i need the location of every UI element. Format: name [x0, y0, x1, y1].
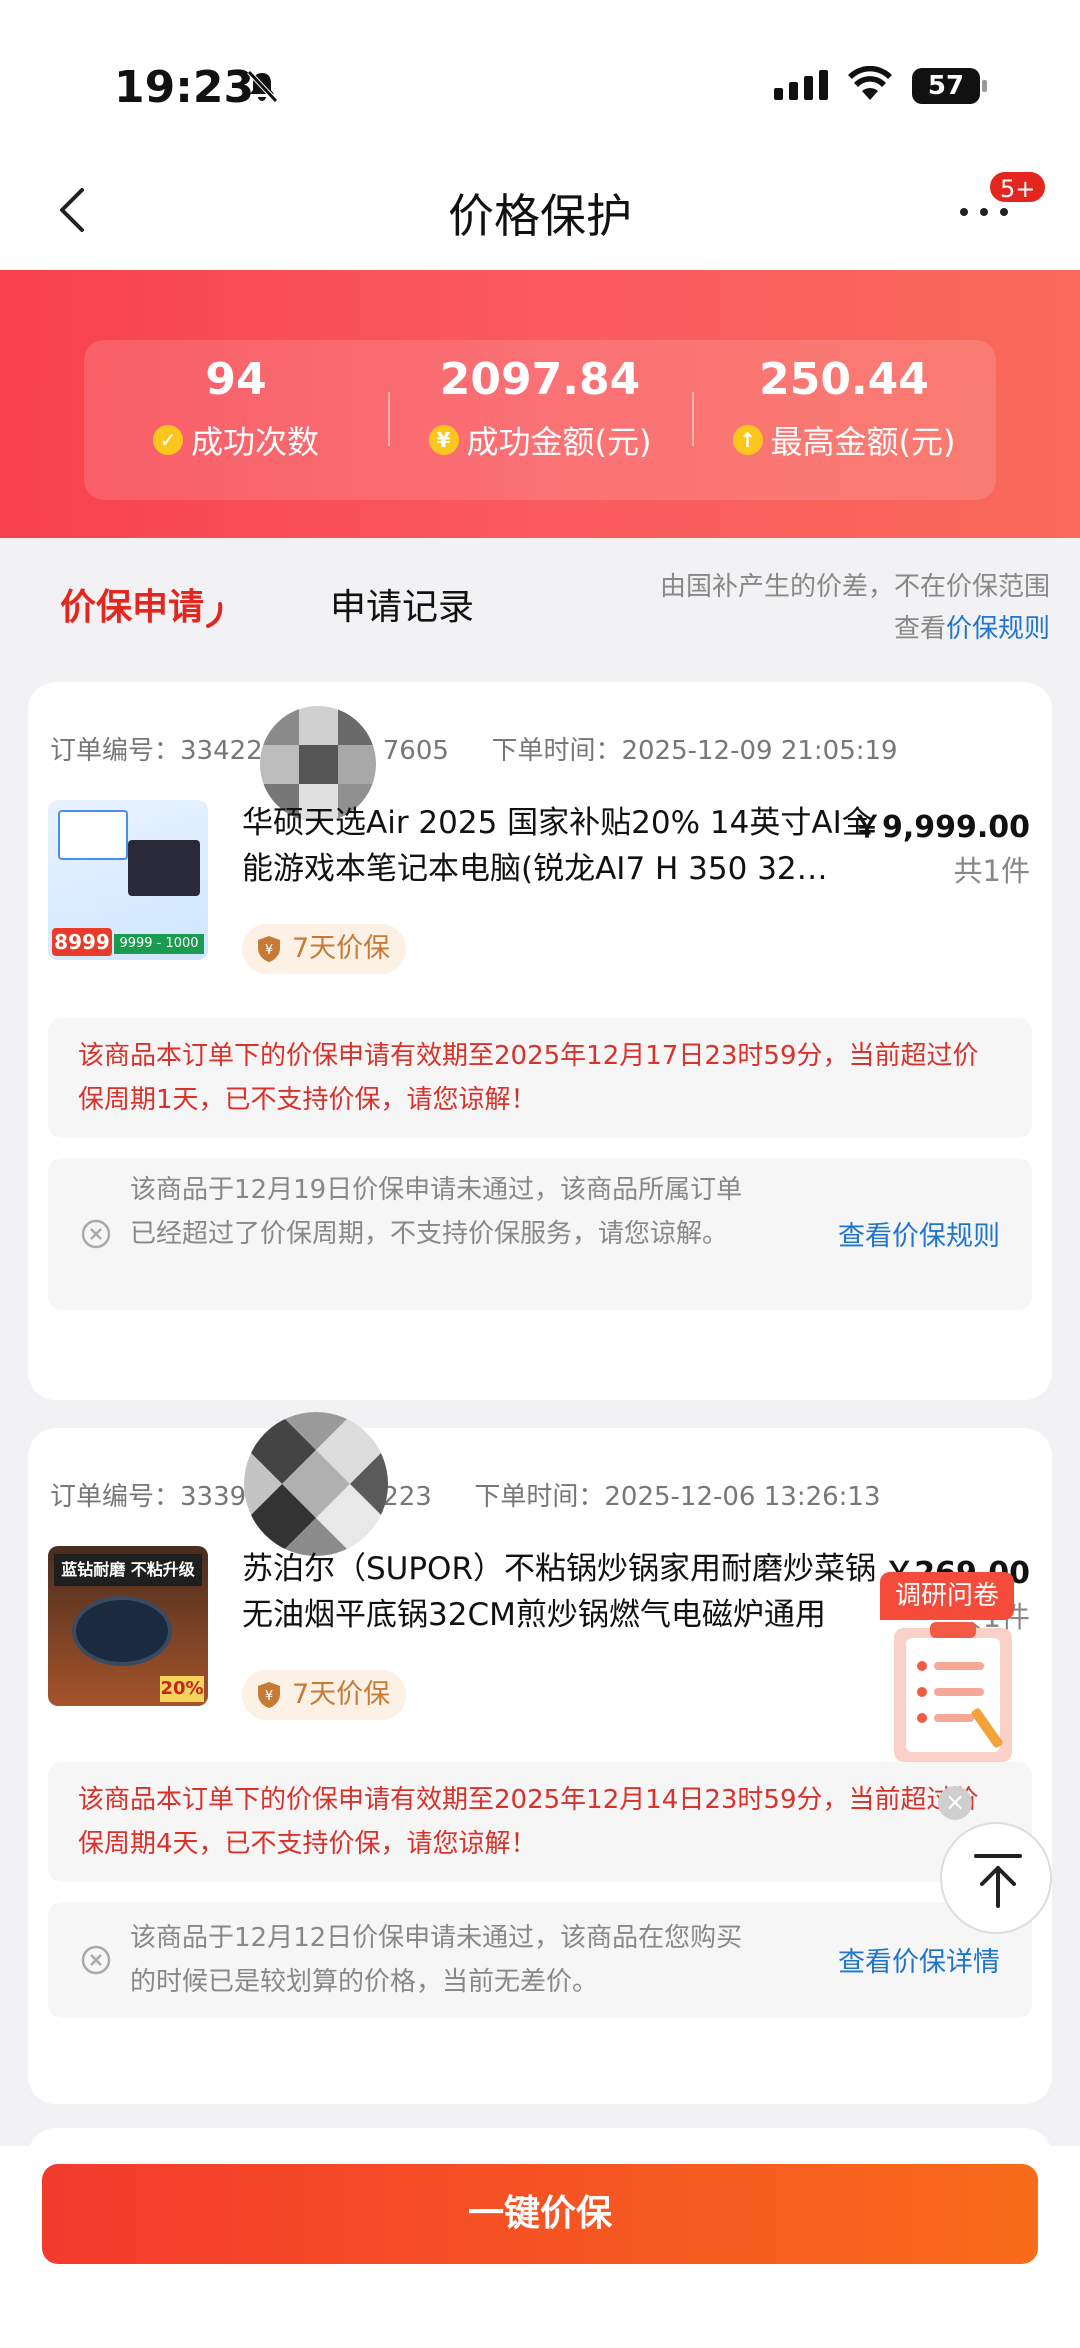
stats-box: 94 ✓ 成功次数 2097.84 ¥ 成功金额(元) 250.44 ↑ 最高金…: [84, 340, 996, 500]
order-number-line: 订单编号：33422 7605 下单时间：2025-12-09 21:05:19: [50, 736, 898, 766]
bell-muted-icon: [247, 70, 278, 103]
survey-label: 调研问卷: [880, 1572, 1014, 1620]
product-price: ￥9,999.00: [851, 810, 1030, 845]
close-icon[interactable]: ×: [938, 1786, 972, 1820]
status-time: 19:23: [114, 62, 255, 113]
stat-value: 94: [205, 354, 267, 405]
tab-apply-records[interactable]: 申请记录: [330, 578, 474, 630]
battery-indicator: 57: [912, 68, 987, 104]
rejection-text: 该商品于12月12日价保申请未通过，该商品在您购买的时候已是较划算的价格，当前无…: [130, 1923, 743, 1997]
survey-widget[interactable]: 调研问卷: [880, 1572, 1030, 1772]
svg-text:¥: ¥: [265, 1689, 273, 1704]
shield-icon: ¥: [258, 1682, 280, 1708]
stat-success-amount: 2097.84 ¥ 成功金额(元): [388, 340, 692, 500]
back-to-top-button[interactable]: [940, 1822, 1052, 1934]
expiry-warning: 该商品本订单下的价保申请有效期至2025年12月17日23时59分，当前超过价保…: [48, 1018, 1032, 1138]
one-click-price-protect-button[interactable]: 一键价保: [42, 2164, 1038, 2264]
product-quantity: 共1件: [953, 854, 1030, 888]
check-circle-icon: ✓: [152, 425, 183, 455]
close-circle-icon: [81, 1945, 111, 1975]
price-protect-rules-link[interactable]: 价保规则: [946, 614, 1050, 644]
stat-max-amount: 250.44 ↑ 最高金额(元): [692, 340, 996, 500]
nav-bar: 价格保护 5+: [0, 150, 1080, 270]
shield-icon: ¥: [258, 936, 280, 962]
stat-value: 250.44: [759, 354, 929, 405]
product-thumbnail[interactable]: 蓝钻耐磨 不粘升级 20%: [48, 1546, 208, 1706]
stat-label: 最高金额(元): [770, 423, 956, 461]
bottom-bar: 一键价保: [0, 2146, 1080, 2348]
stat-label: 成功次数: [190, 423, 319, 461]
order-card: 订单编号：33422 7605 下单时间：2025-12-09 21:05:19 …: [28, 682, 1052, 1400]
view-details-link[interactable]: 查看价保详情: [838, 1940, 1000, 1979]
stat-value: 2097.84: [439, 354, 641, 405]
cellular-signal-icon: [774, 70, 828, 100]
arrow-up-to-top-icon: [974, 1854, 1022, 1908]
close-circle-icon: [81, 1219, 111, 1249]
rejection-text: 该商品于12月19日价保申请未通过，该商品所属订单已经超过了价保周期，不支持价保…: [130, 1175, 743, 1249]
tab-price-protect-apply[interactable]: 价保申请: [60, 578, 204, 630]
price-protect-tag: ¥ 7天价保: [242, 924, 407, 974]
stats-banner: 94 ✓ 成功次数 2097.84 ¥ 成功金额(元) 250.44 ↑ 最高金…: [0, 270, 1080, 538]
status-bar: 19:23 57: [0, 0, 1080, 150]
svg-text:¥: ¥: [265, 943, 273, 958]
price-protect-tag: ¥ 7天价保: [242, 1670, 407, 1720]
product-title[interactable]: 华硕天选Air 2025 国家补贴20% 14英寸AI全能游戏本笔记本电脑(锐龙…: [242, 800, 882, 892]
rejection-notice: 该商品于12月12日价保申请未通过，该商品在您购买的时候已是较划算的价格，当前无…: [48, 1902, 1032, 2018]
tabs: 价保申请 申请记录 由国补产生的价差，不在价保范围 查看价保规则: [0, 538, 1080, 664]
page-title: 价格保护: [448, 189, 632, 243]
arrow-up-circle-icon: ↑: [732, 425, 763, 455]
stat-label: 成功金额(元): [466, 423, 652, 461]
tab-indicator-icon: [206, 602, 223, 628]
view-rules-link[interactable]: 查看价保规则: [838, 1214, 1000, 1253]
expiry-warning: 该商品本订单下的价保申请有效期至2025年12月14日23时59分，当前超过价保…: [48, 1762, 1032, 1882]
yuan-circle-icon: ¥: [428, 425, 459, 455]
rejection-notice: 该商品于12月19日价保申请未通过，该商品所属订单已经超过了价保周期，不支持价保…: [48, 1158, 1032, 1310]
notice-text: 由国补产生的价差，不在价保范围 查看价保规则: [659, 572, 1050, 644]
product-thumbnail[interactable]: 8999 9999 - 1000: [48, 800, 208, 960]
order-number-line: 订单编号：3339 223 下单时间：2025-12-06 13:26:13: [50, 1482, 881, 1512]
stat-success-count: 94 ✓ 成功次数: [84, 340, 388, 500]
product-title[interactable]: 苏泊尔（SUPOR）不粘锅炒锅家用耐磨炒菜锅无油烟平底锅32CM煎炒锅燃气电磁炉…: [242, 1546, 882, 1638]
clipboard-icon: [894, 1622, 1012, 1762]
notification-badge: 5+: [988, 170, 1048, 204]
wifi-icon: [848, 66, 892, 100]
